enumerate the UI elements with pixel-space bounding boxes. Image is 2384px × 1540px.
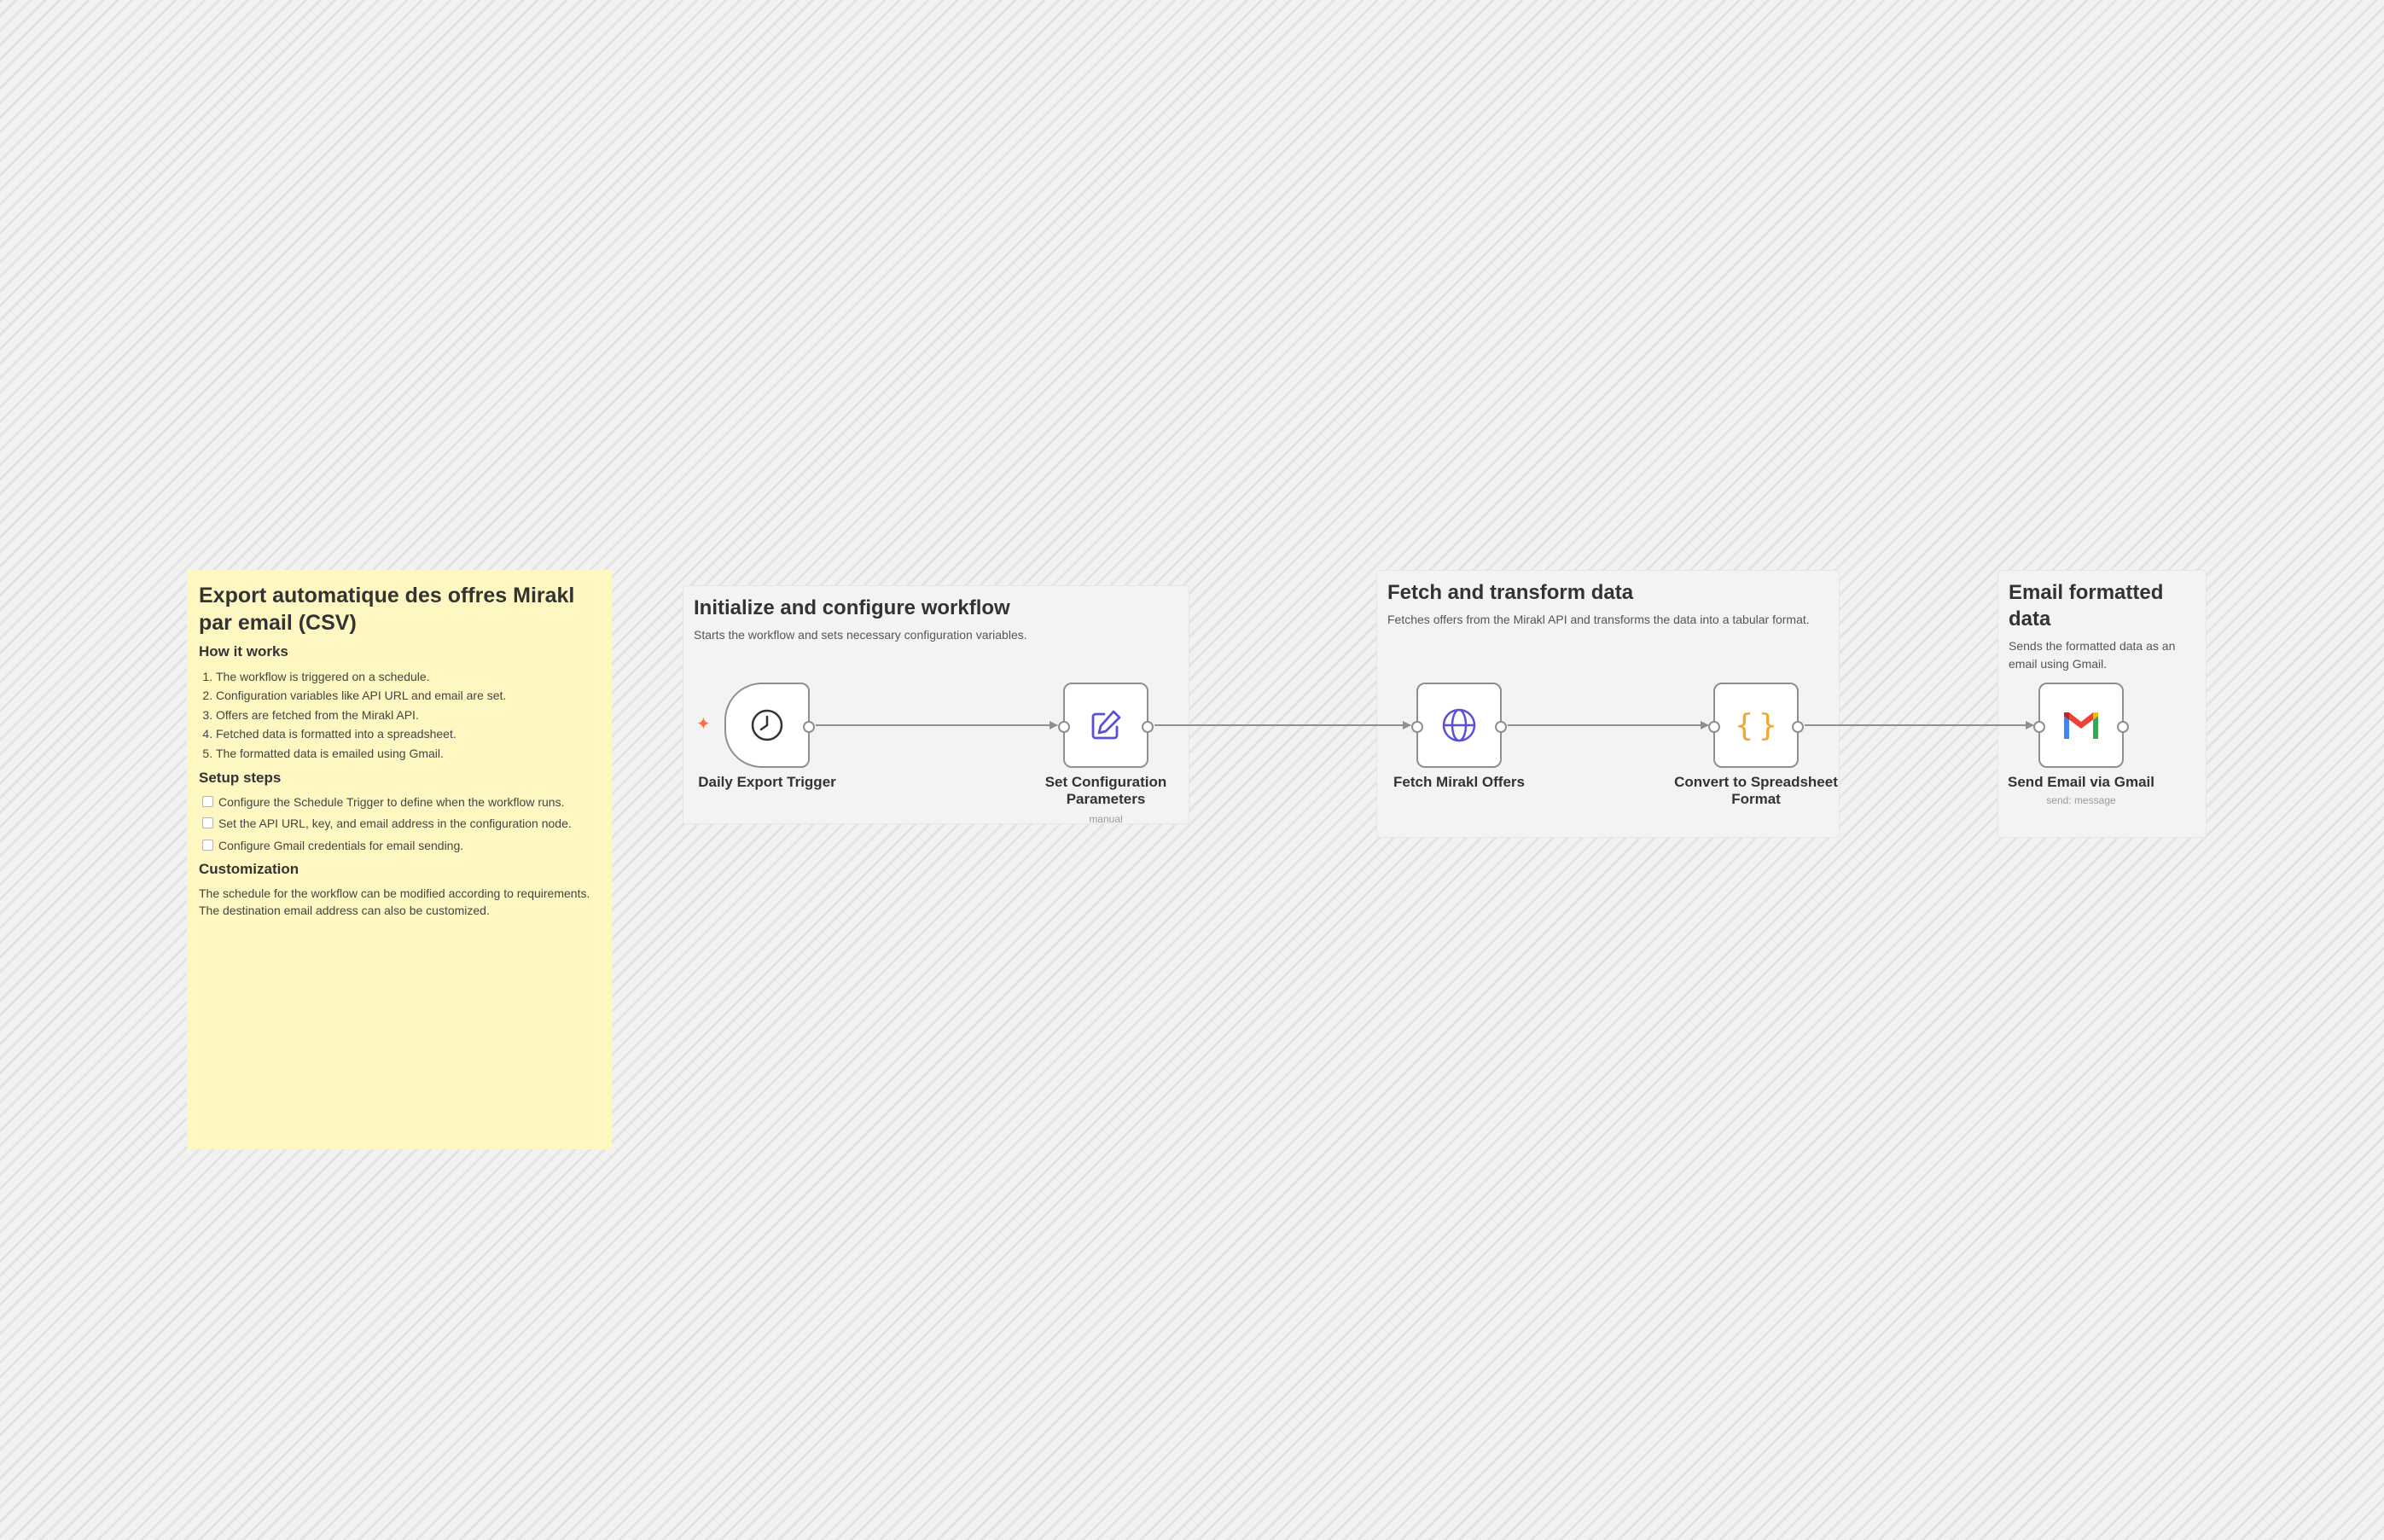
globe-icon <box>1442 708 1476 742</box>
group-description: Starts the workflow and sets necessary c… <box>694 628 1027 642</box>
setup-task: Configure Gmail credentials for email se… <box>199 837 600 854</box>
list-item: Configuration variables like API URL and… <box>216 686 600 705</box>
setup-task: Configure the Schedule Trigger to define… <box>199 793 600 811</box>
node-label: Fetch Mirakl Offers <box>1393 774 1525 790</box>
output-handle[interactable] <box>1142 721 1154 733</box>
group-title: Initialize and configure workflow <box>694 596 1010 619</box>
list-item: Offers are fetched from the Mirakl API. <box>216 706 600 724</box>
setup-task-text: Set the API URL, key, and email address … <box>218 816 572 831</box>
group-title: Fetch and transform data <box>1387 581 1634 604</box>
checkbox[interactable] <box>202 839 213 851</box>
list-item: The formatted data is emailed using Gmai… <box>216 744 600 763</box>
group-title: Email formatted data <box>2009 581 2164 631</box>
list-item: Fetched data is formatted into a spreads… <box>216 724 600 743</box>
setup-steps-heading: Setup steps <box>199 769 282 786</box>
node-fetch-mirakl-offers[interactable] <box>1411 683 1507 768</box>
how-it-works-list: The workflow is triggered on a schedule.… <box>199 667 600 763</box>
node-label: Send Email via Gmail <box>2008 774 2154 790</box>
node-convert-spreadsheet[interactable]: {} <box>1708 683 1804 768</box>
node-label: Set Configuration Parameters <box>1044 774 1167 808</box>
input-handle[interactable] <box>2033 721 2045 733</box>
checkbox[interactable] <box>202 795 213 807</box>
input-handle[interactable] <box>1411 721 1423 733</box>
edit-icon <box>1091 710 1121 740</box>
customization-text: The schedule for the workflow can be mod… <box>199 886 590 918</box>
customization-heading: Customization <box>199 860 299 877</box>
output-handle[interactable] <box>2117 721 2129 733</box>
input-handle[interactable] <box>1058 721 1070 733</box>
node-set-configuration[interactable] <box>1058 683 1154 768</box>
node-daily-export-trigger[interactable] <box>724 683 815 768</box>
checkbox[interactable] <box>202 817 213 829</box>
node-subtitle: manual <box>1089 813 1123 825</box>
setup-task-text: Configure Gmail credentials for email se… <box>218 838 464 852</box>
trigger-bolt-icon: ✦ <box>696 715 711 734</box>
list-item: The workflow is triggered on a schedule. <box>216 667 600 686</box>
node-subtitle: send: message <box>2046 794 2116 806</box>
gmail-icon <box>2064 712 2098 739</box>
note-title: Export automatique des offres Mirakl par… <box>199 584 575 635</box>
output-handle[interactable] <box>1495 721 1507 733</box>
how-it-works-heading: How it works <box>199 643 288 660</box>
output-handle[interactable] <box>803 721 815 733</box>
workflow-canvas[interactable]: Export automatique des offres Mirakl par… <box>0 0 2384 1540</box>
node-label: Daily Export Trigger <box>698 774 836 790</box>
braces-icon: {} <box>1735 707 1782 743</box>
input-handle[interactable] <box>1708 721 1720 733</box>
setup-task-text: Configure the Schedule Trigger to define… <box>218 794 565 809</box>
output-handle[interactable] <box>1792 721 1804 733</box>
node-send-email-gmail[interactable] <box>2033 683 2129 768</box>
clock-icon <box>751 709 783 741</box>
group-description: Fetches offers from the Mirakl API and t… <box>1387 613 1810 627</box>
setup-task: Set the API URL, key, and email address … <box>199 815 600 832</box>
node-label: Convert to Spreadsheet Format <box>1674 774 1838 808</box>
sticky-note-overview[interactable]: Export automatique des offres Mirakl par… <box>187 570 612 1149</box>
group-description: Sends the formatted data as an email usi… <box>2009 639 2176 671</box>
